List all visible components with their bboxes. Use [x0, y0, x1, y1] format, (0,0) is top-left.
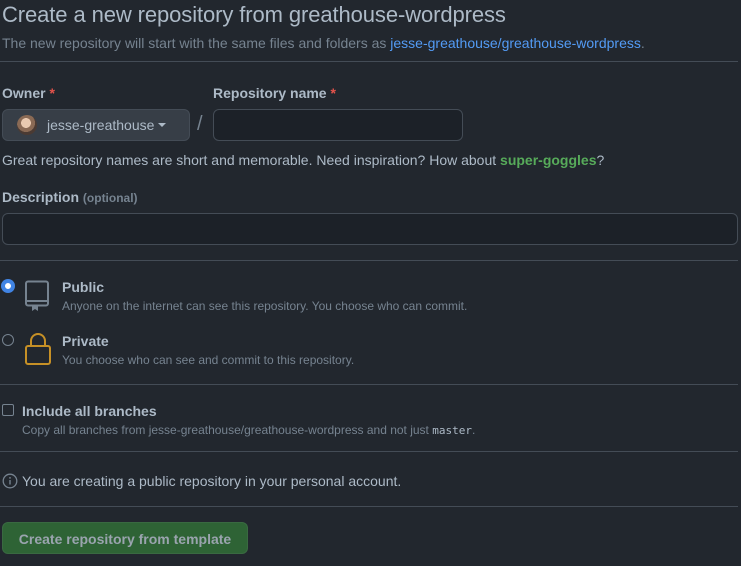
subtitle-prefix: The new repository will start with the s… — [2, 35, 391, 51]
info-icon — [2, 473, 18, 489]
private-radio[interactable] — [2, 334, 14, 346]
description-label-text: Description — [2, 189, 80, 205]
repo-name-input[interactable] — [213, 109, 463, 141]
hint-prefix: Great repository names are short and mem… — [2, 152, 501, 168]
branches-desc-prefix: Copy all branches from jesse-greathouse/… — [22, 423, 433, 437]
repo-name-required-mark: * — [330, 85, 336, 101]
branches-desc-suffix: . — [471, 423, 476, 437]
public-option-title: Public — [62, 279, 105, 295]
create-repository-button[interactable]: Create repository from template — [2, 522, 248, 554]
template-repo-link[interactable]: jesse-greathouse/greathouse-wordpress — [390, 35, 641, 51]
header-divider — [0, 61, 738, 62]
lock-icon — [25, 333, 51, 365]
repo-icon — [25, 280, 49, 311]
avatar — [17, 115, 37, 135]
repo-name-label: Repository name * — [213, 85, 336, 101]
branch-name-code: master — [432, 424, 472, 437]
owner-required-mark: * — [49, 85, 55, 101]
description-label: Description (optional) — [2, 189, 138, 205]
include-branches-checkbox[interactable] — [2, 404, 14, 416]
visibility-info-text: You are creating a public repository in … — [22, 473, 402, 489]
include-branches-title: Include all branches — [22, 403, 157, 419]
public-radio[interactable] — [2, 280, 14, 292]
subtitle-suffix: . — [640, 35, 645, 51]
public-option-desc: Anyone on the internet can see this repo… — [62, 299, 468, 313]
description-divider — [0, 260, 738, 261]
owner-name: jesse-greathouse — [47, 117, 155, 133]
private-option-desc: You choose who can see and commit to thi… — [62, 353, 355, 367]
page-subtitle: The new repository will start with the s… — [2, 35, 645, 51]
owner-repo-separator: / — [197, 113, 203, 135]
branches-divider — [0, 451, 738, 452]
owner-label-text: Owner — [2, 85, 46, 101]
create-repo-page: Create a new repository from greathouse-… — [0, 0, 741, 566]
repo-name-label-text: Repository name — [213, 85, 327, 101]
owner-select-button[interactable]: jesse-greathouse — [2, 109, 190, 141]
info-divider — [0, 506, 738, 507]
owner-label: Owner * — [2, 85, 55, 101]
hint-suffix: ? — [596, 152, 605, 168]
caret-down-icon — [158, 123, 167, 127]
private-option-title: Private — [62, 333, 109, 349]
repo-name-hint: Great repository names are short and mem… — [2, 152, 604, 168]
description-optional-note: (optional) — [82, 191, 138, 205]
page-title: Create a new repository from greathouse-… — [2, 2, 506, 27]
description-input[interactable] — [2, 213, 738, 245]
include-branches-desc: Copy all branches from jesse-greathouse/… — [22, 423, 475, 437]
name-suggestion-link[interactable]: super-goggles — [500, 152, 596, 168]
visibility-divider — [0, 384, 738, 385]
